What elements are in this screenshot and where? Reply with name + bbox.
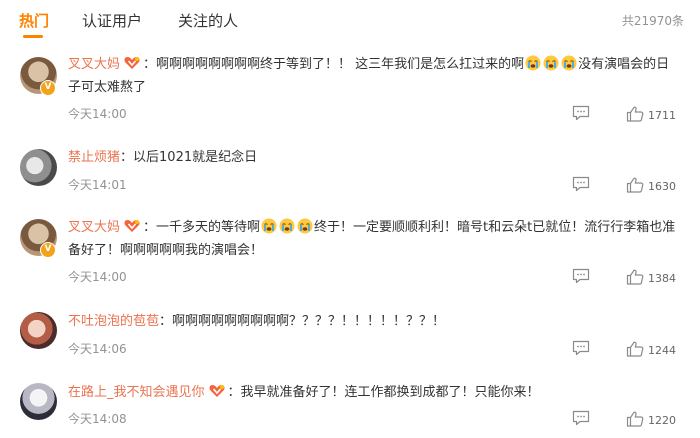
- thumbs-up-icon[interactable]: [626, 411, 644, 427]
- fan-medal-icon: [124, 219, 140, 233]
- crying-emoji-icon: [525, 55, 541, 71]
- comment-time: 今天14:00: [68, 270, 127, 284]
- comment-content: 啊啊啊啊啊啊啊啊啊？？？？！！！！！？？！: [172, 314, 446, 329]
- tab-verified-users[interactable]: 认证用户: [82, 10, 142, 31]
- crying-emoji-icon: [561, 55, 577, 71]
- username-link[interactable]: 不吐泡泡的苞苞: [68, 314, 159, 329]
- comment-time: 今天14:00: [68, 107, 127, 121]
- tab-hot[interactable]: 热门: [19, 10, 49, 31]
- thumbs-up-icon[interactable]: [626, 177, 644, 193]
- tab-following[interactable]: 关注的人: [178, 10, 238, 31]
- crying-emoji-icon: [543, 55, 559, 71]
- comment-tabs: 热门 认证用户 关注的人 共21970条: [0, 0, 700, 42]
- crying-emoji-icon: [261, 218, 277, 234]
- comment-total-count: 共21970条: [621, 14, 684, 28]
- comment-icon[interactable]: [572, 340, 590, 356]
- avatar[interactable]: [20, 149, 57, 186]
- like-count: 1630: [648, 180, 676, 193]
- thumbs-up-icon[interactable]: [626, 106, 644, 122]
- username-link[interactable]: 叉叉大妈: [68, 220, 120, 235]
- comment-content: 以后1021就是纪念日: [133, 150, 258, 165]
- comment-text: 不吐泡泡的苞苞：啊啊啊啊啊啊啊啊啊？？？？！！！！！？？！: [68, 310, 682, 333]
- comment-text: 禁止烦猪：以后1021就是纪念日: [68, 146, 682, 169]
- comment-time: 今天14:08: [68, 412, 127, 426]
- comment-colon: ：: [227, 385, 241, 400]
- fan-medal-icon: [209, 384, 225, 398]
- comment-text: 叉叉大妈 ：一千多天的等待啊 终于！一定要顺顺利利！暗号t和云朵t已就位！流行行李箱…: [68, 216, 682, 262]
- like-count: 1220: [648, 414, 676, 427]
- verified-v-icon: V: [40, 80, 56, 96]
- comment-icon[interactable]: [572, 268, 590, 284]
- comment-text: 在路上_我不知会遇见你 ：我早就准备好了！连工作都换到成都了！只能你来！: [68, 381, 682, 404]
- comment-icon[interactable]: [572, 105, 590, 121]
- comment-colon: ：: [159, 314, 173, 329]
- thumbs-up-icon[interactable]: [626, 341, 644, 357]
- comment-colon: ：: [120, 150, 134, 165]
- comment-time: 今天14:01: [68, 178, 127, 192]
- fan-medal-icon: [124, 56, 140, 70]
- comment-content: 啊啊啊啊啊啊啊啊终于等到了！！ 这三年我们是怎么扛过来的啊: [156, 57, 525, 72]
- thumbs-up-icon[interactable]: [626, 269, 644, 285]
- like-count: 1384: [648, 272, 676, 285]
- active-tab-indicator: [23, 35, 43, 38]
- crying-emoji-icon: [279, 218, 295, 234]
- username-link[interactable]: 叉叉大妈: [68, 57, 120, 72]
- comment-content: 一千多天的等待啊: [156, 220, 261, 235]
- like-count: 1711: [648, 109, 676, 122]
- crying-emoji-icon: [297, 218, 313, 234]
- comment-content: 我早就准备好了！连工作都换到成都了！只能你来！: [240, 385, 540, 400]
- comment-time: 今天14:06: [68, 342, 127, 356]
- comment-text: 叉叉大妈 ：啊啊啊啊啊啊啊啊终于等到了！！ 这三年我们是怎么扛过来的啊 没有演唱会的…: [68, 53, 682, 99]
- verified-v-icon: V: [40, 242, 56, 258]
- comment-colon: ：: [143, 220, 157, 235]
- comment-icon[interactable]: [572, 410, 590, 426]
- avatar[interactable]: [20, 383, 57, 420]
- comment-icon[interactable]: [572, 176, 590, 192]
- comment-colon: ：: [143, 57, 157, 72]
- username-link[interactable]: 在路上_我不知会遇见你: [68, 385, 205, 400]
- username-link[interactable]: 禁止烦猪: [68, 150, 120, 165]
- avatar[interactable]: [20, 312, 57, 349]
- like-count: 1244: [648, 344, 676, 357]
